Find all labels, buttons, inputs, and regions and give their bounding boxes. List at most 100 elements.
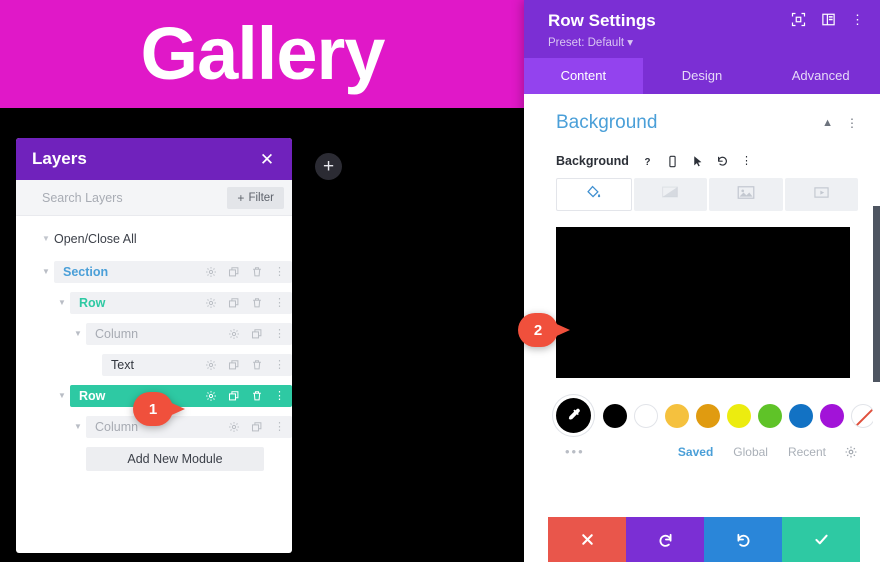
background-section-header: Background ▲ ⋮ xyxy=(556,112,858,134)
redo-icon xyxy=(737,533,749,547)
settings-content: Background ▲ ⋮ Background ? ⋮ ••• Saved … xyxy=(524,94,880,517)
layer-row-pill[interactable]: Column ⋮ xyxy=(86,416,292,438)
color-swatch-purple[interactable] xyxy=(820,403,844,428)
redo-button[interactable] xyxy=(704,517,782,562)
bg-tab-video[interactable] xyxy=(784,178,858,212)
layer-row-pill[interactable]: Column ⋮ xyxy=(86,323,292,345)
background-color-preview[interactable] xyxy=(556,227,850,379)
color-swatch-green[interactable] xyxy=(758,403,782,428)
tab-advanced[interactable]: Advanced xyxy=(761,58,880,94)
chevron-down-icon[interactable]: ▼ xyxy=(70,416,86,438)
color-swatch-amber[interactable] xyxy=(665,403,689,428)
more-vertical-icon[interactable]: ⋮ xyxy=(274,297,285,309)
chevron-up-icon[interactable]: ▲ xyxy=(822,117,833,129)
gear-icon[interactable] xyxy=(205,390,217,402)
filter-button-label: Filter xyxy=(248,191,274,204)
chevron-down-icon[interactable]: ▼ xyxy=(38,261,54,283)
palette-tab-global[interactable]: Global xyxy=(733,445,768,459)
more-vertical-icon[interactable]: ⋮ xyxy=(274,421,285,433)
color-swatch-dark-orange[interactable] xyxy=(696,403,720,428)
layer-row-label: Column xyxy=(95,327,139,341)
gear-icon[interactable] xyxy=(228,421,240,433)
duplicate-icon[interactable] xyxy=(251,328,263,340)
layer-row-column-2[interactable]: ▼ Column ⋮ xyxy=(16,323,292,345)
help-icon[interactable]: ? xyxy=(641,155,654,168)
chevron-down-icon[interactable]: ▼ xyxy=(54,292,70,314)
color-swatch-no-color[interactable] xyxy=(851,403,875,428)
more-vertical-icon[interactable]: ⋮ xyxy=(851,13,864,26)
palette-tab-recent[interactable]: Recent xyxy=(788,445,826,459)
tab-design[interactable]: Design xyxy=(643,58,762,94)
duplicate-icon[interactable] xyxy=(228,359,240,371)
paint-bucket-icon xyxy=(586,184,602,205)
palette-tab-saved[interactable]: Saved xyxy=(678,445,713,459)
eyedropper-icon[interactable] xyxy=(556,398,591,434)
trash-icon[interactable] xyxy=(251,297,263,309)
tab-content[interactable]: Content xyxy=(524,58,643,95)
chevron-down-icon[interactable]: ▼ xyxy=(38,228,54,250)
settings-scrollbar[interactable] xyxy=(873,94,880,517)
color-swatch-white[interactable] xyxy=(634,403,658,428)
more-vertical-icon[interactable]: ⋮ xyxy=(274,328,285,340)
bg-tab-paint-bucket[interactable] xyxy=(556,178,632,212)
duplicate-icon[interactable] xyxy=(228,390,240,402)
bg-tab-gradient[interactable] xyxy=(633,178,707,212)
search-input[interactable] xyxy=(42,190,228,205)
reset-icon[interactable] xyxy=(716,155,729,168)
save-button[interactable] xyxy=(782,517,860,562)
duplicate-icon[interactable] xyxy=(251,421,263,433)
color-swatch-yellow[interactable] xyxy=(727,403,751,428)
focus-icon[interactable] xyxy=(791,12,806,27)
undo-icon xyxy=(659,533,671,547)
plus-icon: + xyxy=(322,156,335,177)
color-swatch-blue[interactable] xyxy=(789,403,813,428)
more-vertical-icon[interactable]: ⋮ xyxy=(846,117,858,129)
layer-row-actions: ⋮ xyxy=(228,328,285,340)
chevron-down-icon: ▾ xyxy=(627,37,634,50)
marker-number: 2 xyxy=(518,313,558,347)
gear-icon[interactable] xyxy=(844,445,858,459)
layer-row-pill[interactable]: Section ⋮ xyxy=(54,261,292,283)
more-vertical-icon[interactable]: ⋮ xyxy=(274,390,285,402)
add-section-button[interactable]: + xyxy=(315,153,342,180)
mobile-icon[interactable] xyxy=(666,155,679,168)
layer-row-row-1[interactable]: ▼ Row ⋮ xyxy=(16,292,292,314)
trash-icon[interactable] xyxy=(251,266,263,278)
filter-button[interactable]: + Filter xyxy=(227,186,284,209)
palette-controls: ••• Saved Global Recent xyxy=(556,444,858,459)
close-icon[interactable]: ✕ xyxy=(258,151,276,168)
scrollbar-thumb[interactable] xyxy=(873,206,880,383)
more-vertical-icon[interactable]: ⋮ xyxy=(274,359,285,371)
color-swatch-black[interactable] xyxy=(603,403,627,428)
trash-icon[interactable] xyxy=(251,390,263,402)
chevron-down-icon[interactable]: ▼ xyxy=(54,385,70,407)
layer-row-text-3[interactable]: ▼Text ⋮ xyxy=(16,354,292,376)
duplicate-icon[interactable] xyxy=(228,297,240,309)
layout-icon[interactable] xyxy=(821,12,836,27)
gear-icon[interactable] xyxy=(205,266,217,278)
trash-icon[interactable] xyxy=(251,359,263,371)
cursor-icon[interactable] xyxy=(691,155,704,168)
open-close-all-row[interactable]: ▼ Open/Close All xyxy=(16,228,292,250)
preset-selector[interactable]: Preset: Default ▾ xyxy=(548,35,864,49)
layers-panel-title: Layers xyxy=(32,149,87,168)
layer-row-section-0[interactable]: ▼ Section ⋮ xyxy=(16,261,292,283)
layer-row-actions: ⋮ xyxy=(205,390,285,402)
gear-icon[interactable] xyxy=(205,359,217,371)
gear-icon[interactable] xyxy=(228,328,240,340)
duplicate-icon[interactable] xyxy=(228,266,240,278)
layer-row-label: Row xyxy=(79,296,106,310)
layer-row-actions: ⋮ xyxy=(205,266,285,278)
layer-row-pill[interactable]: Row ⋮ xyxy=(70,292,292,314)
chevron-down-icon[interactable]: ▼ xyxy=(70,323,86,345)
layer-row-pill[interactable]: Text ⋮ xyxy=(102,354,292,376)
more-vertical-icon[interactable]: ⋮ xyxy=(741,155,752,167)
bg-tab-image[interactable] xyxy=(709,178,783,212)
add-new-module-button[interactable]: Add New Module xyxy=(86,447,264,471)
gear-icon[interactable] xyxy=(205,297,217,309)
cancel-button[interactable] xyxy=(548,517,626,562)
more-vertical-icon[interactable]: ⋮ xyxy=(274,266,285,278)
palette-more-icon[interactable]: ••• xyxy=(556,444,600,459)
undo-button[interactable] xyxy=(626,517,704,562)
layers-panel-header: Layers ✕ xyxy=(16,138,292,180)
